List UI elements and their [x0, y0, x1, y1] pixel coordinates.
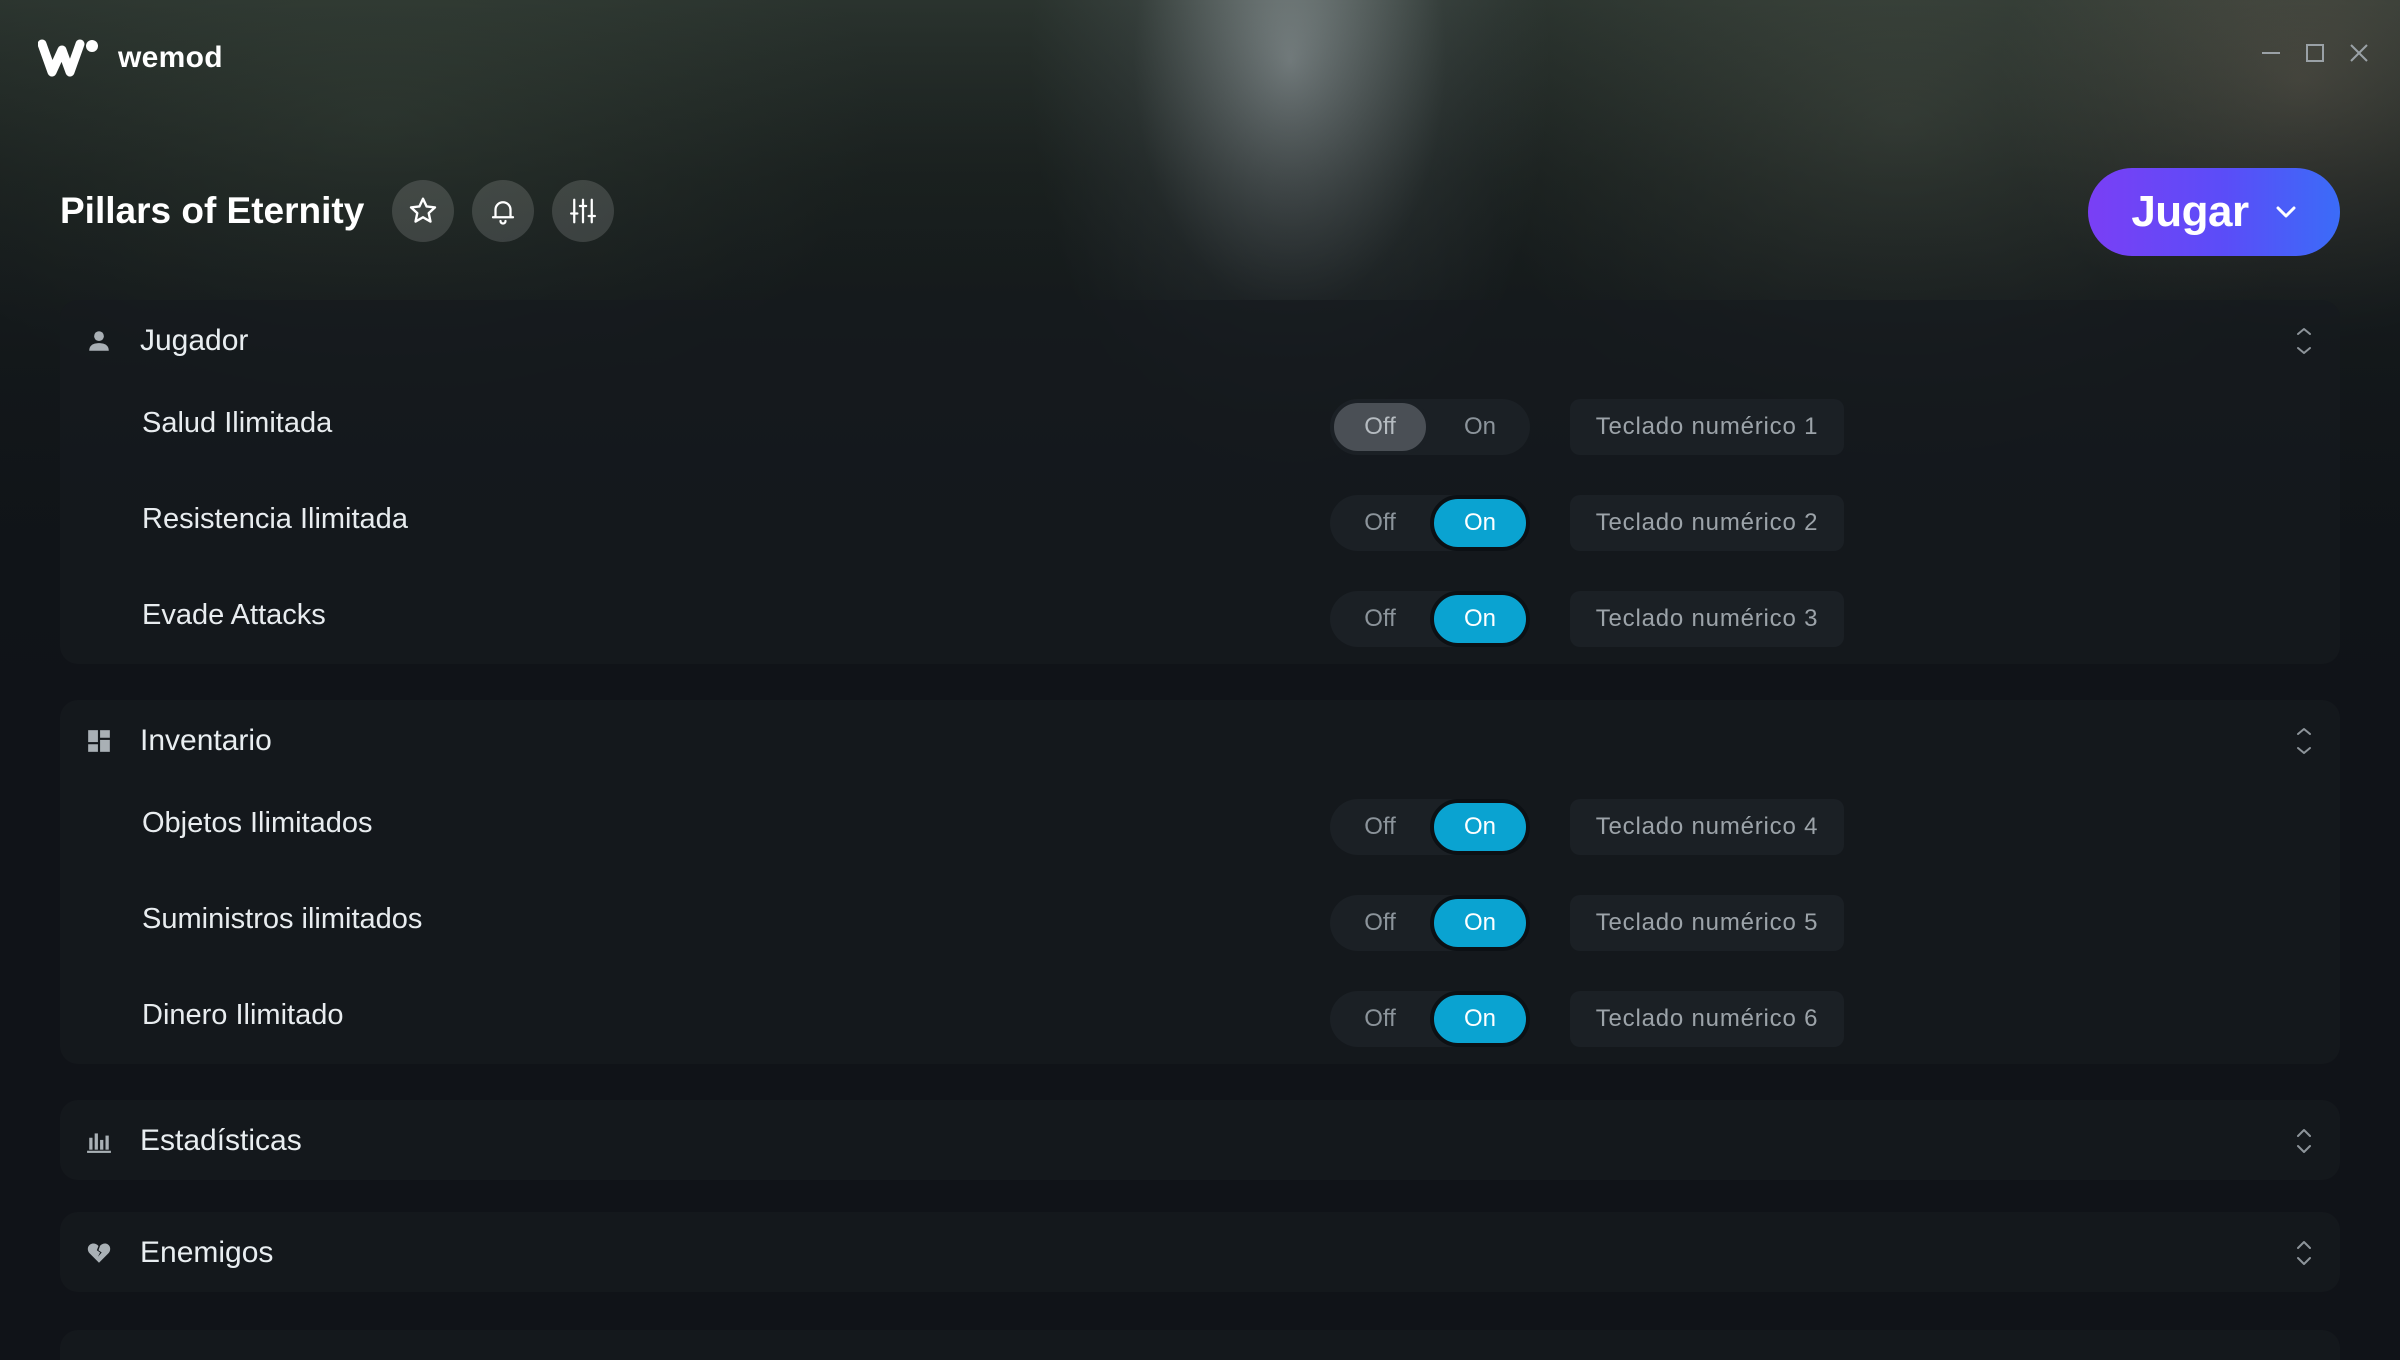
cheat-label: Salud Ilimitada: [142, 407, 333, 439]
section-title: Jugador: [140, 324, 249, 357]
toggle-off[interactable]: Off: [1330, 399, 1430, 455]
section-title: Estadísticas: [140, 1124, 302, 1157]
toggle-on[interactable]: On: [1430, 895, 1530, 951]
cheat-toggle[interactable]: Off On: [1330, 591, 1530, 647]
cheat-label: Objetos Ilimitados: [142, 807, 373, 839]
hotkey-badge[interactable]: Teclado numérico 4: [1570, 799, 1844, 855]
section-header-estadisticas[interactable]: Estadísticas: [60, 1100, 2340, 1180]
bar-chart-icon: [87, 1133, 111, 1153]
section-enemigos[interactable]: Enemigos: [60, 1212, 2340, 1292]
cheat-row: Salud Ilimitada Off On Teclado numérico …: [60, 379, 2340, 475]
toggle-on[interactable]: On: [1430, 399, 1530, 455]
maximize-icon[interactable]: [2304, 42, 2326, 64]
sliders-icon: [570, 198, 597, 224]
toggle-off[interactable]: Off: [1330, 799, 1430, 855]
grid-icon: [88, 730, 110, 752]
toggle-on[interactable]: On: [1430, 799, 1530, 855]
toggle-off[interactable]: Off: [1330, 591, 1430, 647]
toggle-off[interactable]: Off: [1330, 495, 1430, 551]
hotkey-badge[interactable]: Teclado numérico 3: [1570, 591, 1844, 647]
notifications-button[interactable]: [472, 180, 535, 242]
bell-icon: [492, 201, 515, 225]
cheat-row: Evade Attacks Off On Teclado numérico 3: [60, 571, 2340, 667]
expand-icon[interactable]: [2294, 1238, 2314, 1268]
section-header-inventario[interactable]: Inventario: [60, 700, 2340, 780]
cheat-toggle[interactable]: Off On: [1330, 991, 1530, 1047]
person-icon: [89, 331, 109, 351]
section-estadisticas[interactable]: Estadísticas: [60, 1100, 2340, 1180]
game-header: Pillars of Eternity: [60, 180, 632, 242]
cheat-label: Evade Attacks: [142, 599, 326, 631]
cheat-label: Dinero Ilimitado: [142, 999, 344, 1031]
toggle-off[interactable]: Off: [1330, 991, 1430, 1047]
toggle-on[interactable]: On: [1430, 591, 1530, 647]
app-name: wemod: [118, 41, 223, 74]
cheat-row: Resistencia Ilimitada Off On Teclado num…: [60, 475, 2340, 571]
app-titlebar: wemod: [38, 36, 223, 80]
cheat-row: Objetos Ilimitados Off On Teclado numéri…: [60, 779, 2340, 875]
minimize-icon[interactable]: [2260, 42, 2282, 64]
cheat-row: Suministros ilimitados Off On Teclado nu…: [60, 875, 2340, 971]
expand-icon[interactable]: [2294, 1126, 2314, 1156]
game-settings-button[interactable]: [552, 180, 615, 242]
window-controls: [2260, 42, 2370, 64]
toggle-off[interactable]: Off: [1330, 895, 1430, 951]
toggle-on[interactable]: On: [1430, 495, 1530, 551]
section-partial: [60, 1330, 2340, 1360]
cheat-label: Resistencia Ilimitada: [142, 503, 408, 535]
cheat-toggle[interactable]: Off On: [1330, 799, 1530, 855]
broken-heart-icon: [87, 1243, 111, 1263]
section-inventario: Inventario Objetos Ilimitados Off On Tec…: [60, 700, 2340, 1064]
chevron-down-icon[interactable]: [2275, 205, 2297, 219]
play-button[interactable]: Jugar: [2088, 168, 2340, 256]
wemod-logo-icon: [38, 39, 98, 77]
collapse-icon[interactable]: [2294, 326, 2314, 356]
section-title: Enemigos: [140, 1236, 274, 1269]
cheat-row: Dinero Ilimitado Off On Teclado numérico…: [60, 971, 2340, 1067]
cheat-toggle[interactable]: Off On: [1330, 495, 1530, 551]
hotkey-badge[interactable]: Teclado numérico 5: [1570, 895, 1844, 951]
favorite-button[interactable]: [392, 180, 455, 242]
game-title: Pillars of Eternity: [60, 190, 365, 231]
cheat-toggle[interactable]: Off On: [1330, 895, 1530, 951]
toggle-on[interactable]: On: [1430, 991, 1530, 1047]
star-icon: [410, 197, 437, 223]
cheat-toggle[interactable]: Off On: [1330, 399, 1530, 455]
hotkey-badge[interactable]: Teclado numérico 2: [1570, 495, 1844, 551]
hotkey-badge[interactable]: Teclado numérico 6: [1570, 991, 1844, 1047]
play-label: Jugar: [2131, 187, 2249, 236]
section-header-jugador[interactable]: Jugador: [60, 300, 2340, 380]
cheat-label: Suministros ilimitados: [142, 903, 423, 935]
hotkey-badge[interactable]: Teclado numérico 1: [1570, 399, 1844, 455]
close-icon[interactable]: [2348, 42, 2370, 64]
section-header-enemigos[interactable]: Enemigos: [60, 1212, 2340, 1292]
section-jugador: Jugador Salud Ilimitada Off On Teclado n…: [60, 300, 2340, 664]
section-title: Inventario: [140, 724, 272, 757]
collapse-icon[interactable]: [2294, 726, 2314, 756]
